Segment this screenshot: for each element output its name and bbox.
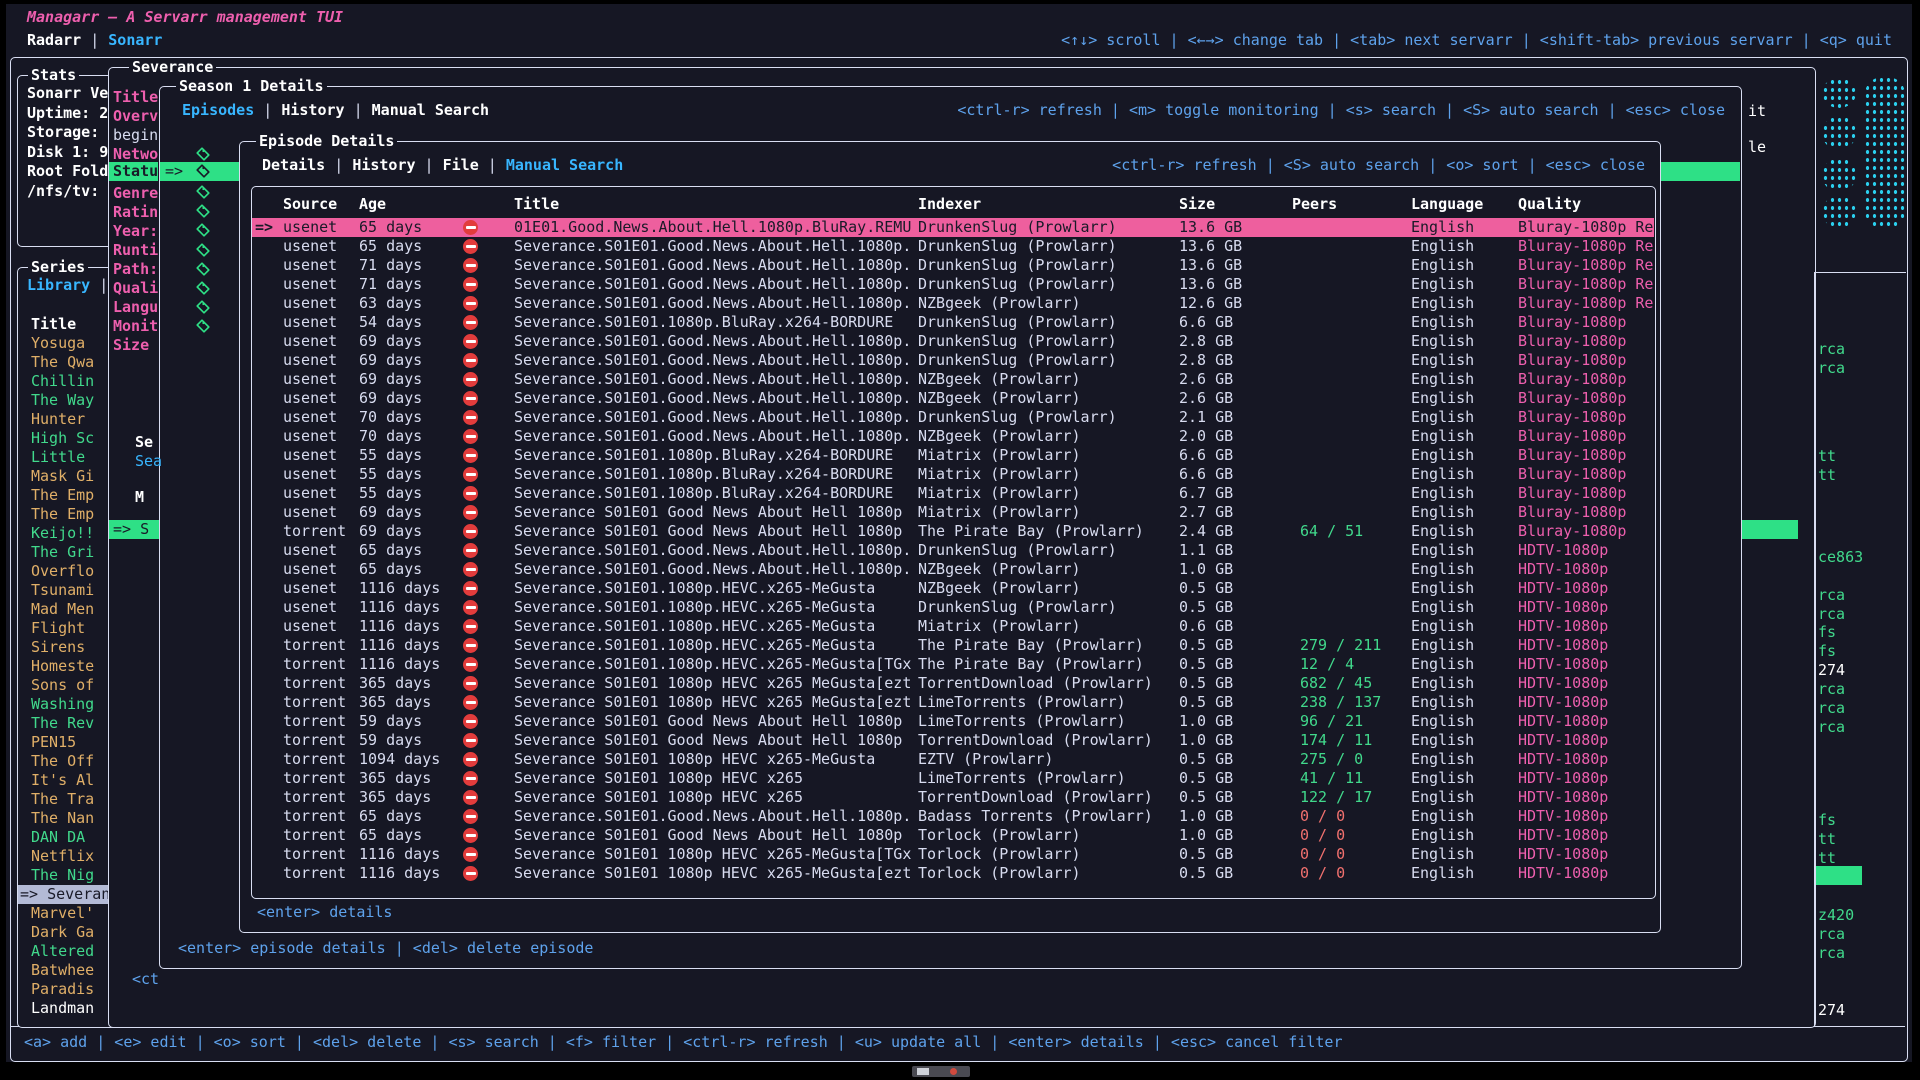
global-keybinds-help: <↑↓> scroll | <←→> change tab | <tab> ne…	[1061, 31, 1892, 50]
selected-season-row-left[interactable]: => S	[109, 520, 159, 539]
monitored-flag-icon	[196, 164, 210, 178]
tab-separator: |	[325, 156, 352, 174]
tab-separator: |	[99, 276, 108, 294]
clipped-selected-row-fragment	[1816, 866, 1862, 885]
selected-season-row-right	[1741, 520, 1798, 539]
episode-footer-help: <enter> details	[257, 903, 392, 922]
clipped-table-border-vertical	[1814, 272, 1815, 1026]
paw-toe-icon	[1822, 158, 1856, 192]
selected-episode-row-left[interactable]: =>	[160, 162, 239, 181]
selected-episode-marker: =>	[160, 162, 192, 180]
servarr-tab-bar: Radarr | Sonarr	[27, 31, 162, 50]
selected-season-marker: => S	[109, 520, 149, 538]
tab-separator: |	[81, 31, 108, 49]
episode-keybinds-help: <ctrl-r> refresh | <S> auto search | <o>…	[1112, 156, 1645, 175]
paw-toe-icon	[1822, 78, 1856, 108]
library-tab-bar: Library |	[27, 276, 108, 295]
tab-separator: |	[345, 101, 372, 119]
series-column-header: Title	[31, 315, 76, 334]
season-tab-history[interactable]: History	[281, 101, 344, 119]
results-table-frame	[251, 186, 1656, 899]
episode-tab-file[interactable]: File	[443, 156, 479, 174]
terminal-screen: Managarr — A Servarr management TUI Rada…	[0, 0, 1920, 1080]
stats-panel-title: Stats	[28, 66, 79, 84]
selected-episode-row-right	[1660, 162, 1740, 181]
footer-keybinds-help: <a> add | <e> edit | <o> sort | <del> de…	[24, 1033, 1343, 1052]
episode-details-title: Episode Details	[256, 132, 397, 150]
artifact-red-dot	[950, 1068, 957, 1075]
series-panel-title: Series	[28, 258, 88, 276]
paw-pad-icon	[1864, 76, 1906, 230]
episode-tab-manual-search[interactable]: Manual Search	[506, 156, 623, 174]
servarr-tab-sonarr[interactable]: Sonarr	[108, 31, 162, 49]
season-tab-episodes[interactable]: Episodes	[182, 101, 254, 119]
paw-toe-icon	[1822, 116, 1856, 150]
episode-tab-history[interactable]: History	[352, 156, 415, 174]
episode-tab-details[interactable]: Details	[262, 156, 325, 174]
artifact-light-segment	[917, 1068, 929, 1075]
season-details-title: Season 1 Details	[176, 77, 327, 95]
series-details-title: Severance	[129, 58, 216, 76]
season-tab-bar: Episodes | History | Manual Search	[182, 101, 489, 120]
servarr-tab-radarr[interactable]: Radarr	[27, 31, 81, 49]
taskbar-artifact	[912, 1066, 970, 1077]
season-footer-help: <enter> episode details | <del> delete e…	[178, 939, 593, 958]
tab-separator: |	[479, 156, 506, 174]
tab-separator: |	[254, 101, 281, 119]
tab-library[interactable]: Library	[27, 276, 90, 294]
season-tab-manual-search[interactable]: Manual Search	[372, 101, 489, 119]
app-title: Managarr — A Servarr management TUI	[27, 8, 343, 27]
tab-separator: |	[416, 156, 443, 174]
season-keybinds-help: <ctrl-r> refresh | <m> toggle monitoring…	[957, 101, 1725, 120]
clipped-table-border-horizontal	[1814, 272, 1906, 273]
episode-tab-bar: Details | History | File | Manual Search	[262, 156, 623, 175]
paw-toe-icon	[1822, 196, 1856, 228]
